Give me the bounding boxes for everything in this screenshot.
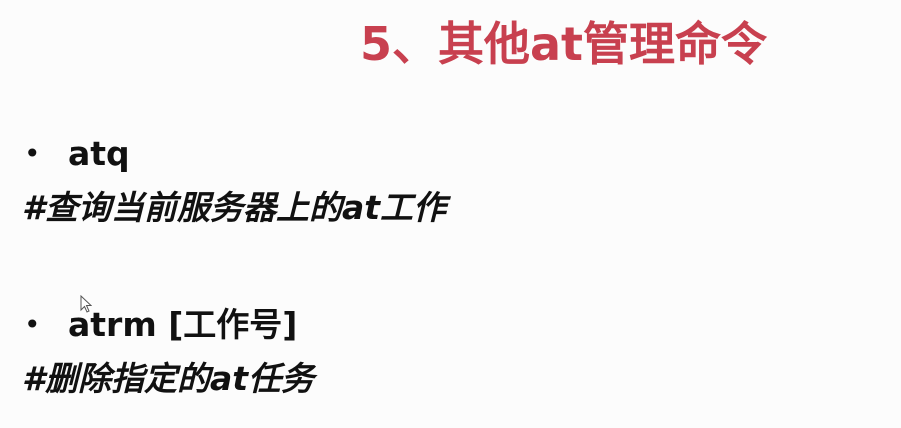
presentation-slide: 5、其他at管理命令 • atq #查询当前服务器上的at工作 • atrm [… — [0, 0, 901, 428]
bullet-dot: • — [24, 308, 41, 341]
command-text: atrm [工作号] — [68, 305, 298, 344]
bullet-item-atq: • atq — [24, 134, 130, 174]
command-text: atq — [68, 134, 130, 173]
mouse-pointer-icon — [80, 295, 92, 313]
bullet-dot: • — [24, 137, 41, 170]
command-comment: #查询当前服务器上的at工作 — [22, 188, 447, 227]
slide-title: 5、其他at管理命令 — [360, 17, 768, 71]
bullet-item-atrm: • atrm [工作号] — [24, 305, 297, 345]
command-comment: #删除指定的at任务 — [22, 359, 315, 398]
